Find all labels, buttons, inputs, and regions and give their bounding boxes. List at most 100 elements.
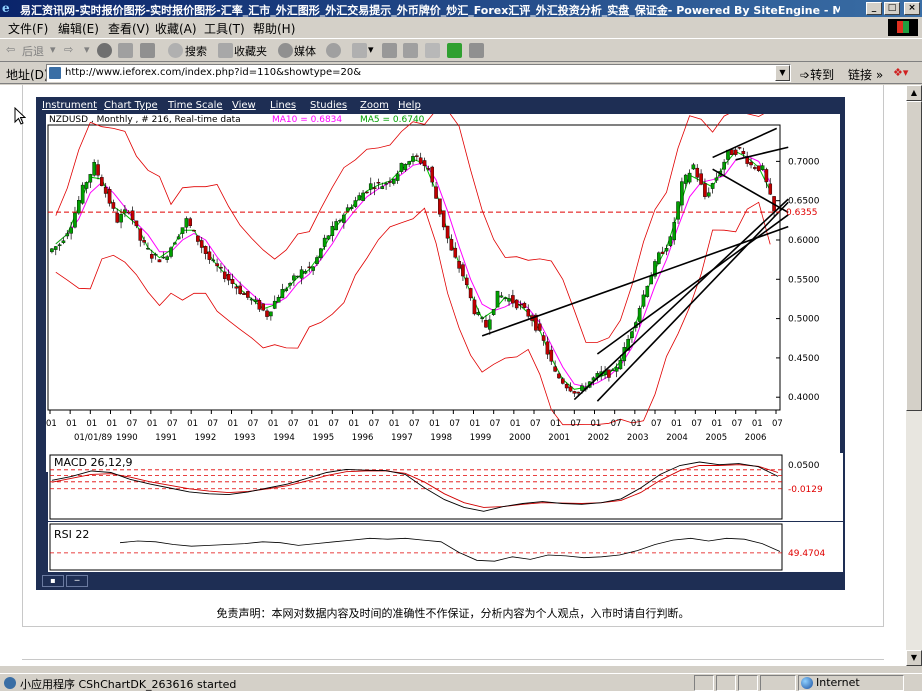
applet-tabs: ▪ ─: [42, 574, 92, 588]
x-tick-label: 01: [712, 419, 723, 429]
applet-menu-lines[interactable]: Lines: [270, 100, 296, 111]
price-panel[interactable]: NZDUSD , Monthly , # 216, Real-time data…: [46, 109, 840, 472]
menu-file[interactable]: 文件(F): [8, 20, 48, 37]
candle-body: [330, 225, 335, 236]
applet-menu-zoom[interactable]: Zoom: [360, 100, 389, 111]
scroll-up-icon[interactable]: ▲: [906, 85, 922, 101]
year-label: 1996: [352, 433, 374, 443]
candle-body: [607, 369, 611, 378]
menu-tools[interactable]: 工具(T): [204, 20, 245, 37]
applet-menu-view[interactable]: View: [232, 100, 256, 111]
x-tick-label: 07: [449, 419, 460, 429]
back-arrow-icon[interactable]: ⇦: [6, 43, 15, 56]
favorites-button[interactable]: 收藏夹: [234, 43, 267, 59]
status-bar: 小应用程序 CShChartDK_263616 started Internet: [0, 673, 922, 691]
mail-icon[interactable]: [352, 43, 367, 58]
discuss-icon[interactable]: [425, 43, 440, 58]
candle-body: [115, 212, 120, 223]
stop-icon[interactable]: [97, 43, 112, 58]
home-icon[interactable]: [140, 43, 155, 58]
maximize-button[interactable]: □: [884, 2, 900, 15]
page-icon: [49, 67, 61, 79]
candle-body: [507, 298, 511, 302]
candle-body: [342, 214, 346, 223]
menu-edit[interactable]: 编辑(E): [58, 20, 99, 37]
vertical-scrollbar[interactable]: ▲ ▼: [906, 85, 922, 666]
candle-body: [77, 200, 81, 214]
scroll-thumb[interactable]: [906, 101, 922, 411]
rsi-panel[interactable]: RSI 22 49.4704: [48, 522, 843, 572]
mail-dropdown-icon[interactable]: ▾: [368, 43, 374, 56]
candle-body: [657, 252, 661, 264]
minimize-button[interactable]: _: [866, 2, 882, 15]
address-dropdown-icon[interactable]: ▼: [775, 65, 790, 81]
candle-body: [545, 341, 550, 355]
media-button[interactable]: 媒体: [294, 43, 316, 59]
search-icon[interactable]: [168, 43, 183, 58]
candle-body: [196, 235, 200, 242]
candle-body: [146, 247, 150, 250]
history-icon[interactable]: [326, 43, 341, 58]
candle-body: [303, 271, 308, 274]
address-input[interactable]: http://www.ieforex.com/index.php?id=110&…: [46, 64, 791, 82]
candle-body: [276, 296, 281, 303]
research-icon[interactable]: [469, 43, 484, 58]
current-price-label: 0.6355: [786, 208, 818, 218]
menu-bar: 文件(F) 编辑(E) 查看(V) 收藏(A) 工具(T) 帮助(H): [0, 17, 922, 38]
x-tick-label: 01: [86, 419, 97, 429]
scroll-down-icon[interactable]: ▼: [906, 650, 922, 666]
year-label: 1997: [391, 433, 413, 443]
disclaimer: 免责声明：本网对数据内容及时间的准确性不作保证，分析内容为个人观点，入市时请自行…: [216, 607, 690, 620]
candle-body: [610, 369, 615, 372]
candle-body: [161, 256, 166, 259]
candle-body: [165, 256, 169, 260]
candle-body: [630, 331, 634, 338]
x-tick-label: 07: [490, 419, 501, 429]
applet-menu-instrument[interactable]: Instrument: [42, 100, 97, 111]
candle-body: [153, 253, 158, 256]
applet-menu-chart-type[interactable]: Chart Type: [104, 100, 158, 111]
back-button[interactable]: 后退: [22, 43, 44, 59]
extension-icon[interactable]: ❖▾: [893, 66, 908, 79]
candle-body: [73, 212, 77, 228]
forward-arrow-icon[interactable]: ⇨: [64, 43, 73, 56]
applet-menu-time-scale[interactable]: Time Scale: [168, 100, 223, 111]
split-tab-icon[interactable]: ─: [66, 575, 88, 587]
year-label: 2004: [666, 433, 688, 443]
go-button[interactable]: ➩转到: [800, 66, 834, 83]
year-label: 2005: [706, 433, 728, 443]
candle-body: [741, 151, 746, 155]
candle-body: [541, 335, 546, 341]
media-icon[interactable]: [278, 43, 293, 58]
menu-favorites[interactable]: 收藏(A): [155, 20, 197, 37]
applet-menu-bar: Instrument Chart Type Time Scale View Li…: [36, 97, 845, 114]
print-icon[interactable]: [382, 43, 397, 58]
search-button[interactable]: 搜索: [185, 43, 207, 59]
back-dropdown-icon[interactable]: ▾: [50, 43, 56, 56]
edit-icon[interactable]: [403, 43, 418, 58]
candle-body: [269, 311, 273, 317]
forward-dropdown-icon[interactable]: ▾: [84, 43, 90, 56]
menu-view[interactable]: 查看(V): [108, 20, 150, 37]
favorites-icon[interactable]: [218, 43, 233, 58]
links-button[interactable]: 链接 »: [848, 66, 883, 83]
x-tick-label: 07: [772, 419, 783, 429]
applet-menu-help[interactable]: Help: [398, 100, 421, 111]
chart-applet[interactable]: Instrument Chart Type Time Scale View Li…: [36, 97, 845, 590]
applet-menu-studies[interactable]: Studies: [310, 100, 347, 111]
candle-body: [714, 177, 719, 181]
candle-body: [242, 293, 246, 295]
macd-chart: MACD 26,12,9 0.0500 -0.0129: [48, 453, 843, 521]
candle-body: [637, 308, 642, 322]
chart-tab-icon[interactable]: ▪: [42, 575, 64, 587]
year-label: 1999: [470, 433, 492, 443]
candle-body: [176, 236, 181, 240]
address-url[interactable]: http://www.ieforex.com/index.php?id=110&…: [65, 67, 361, 78]
close-button[interactable]: ×: [904, 2, 920, 15]
refresh-icon[interactable]: [118, 43, 133, 58]
year-label: 2000: [509, 433, 531, 443]
candle-body: [157, 259, 162, 263]
menu-help[interactable]: 帮助(H): [253, 20, 295, 37]
messenger-icon[interactable]: [447, 43, 462, 58]
macd-panel[interactable]: MACD 26,12,9 0.0500 -0.0129: [48, 453, 843, 521]
